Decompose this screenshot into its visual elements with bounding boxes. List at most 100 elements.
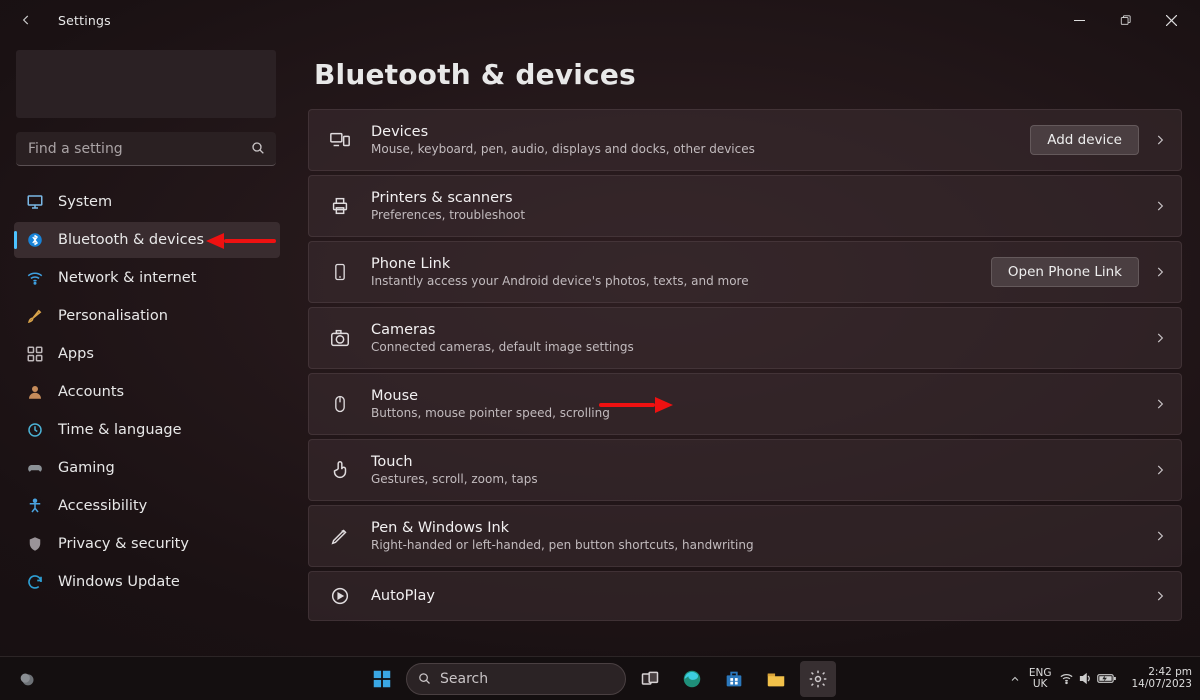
sidebar-item-time-language[interactable]: Time & language (14, 412, 280, 448)
taskbar-search-label: Search (440, 671, 488, 687)
display-icon (26, 193, 44, 211)
profile-card[interactable] (16, 50, 276, 118)
app-title: Settings (58, 13, 111, 28)
card-title: Phone Link (371, 256, 991, 272)
wifi-icon (26, 269, 44, 287)
autoplay-icon (327, 585, 353, 607)
page-title: Bluetooth & devices (314, 58, 1182, 91)
search-icon (250, 140, 266, 156)
card-devices[interactable]: DevicesMouse, keyboard, pen, audio, disp… (308, 109, 1182, 171)
sidebar-item-label: System (58, 194, 112, 210)
taskbar: Search ENGUK 2:42 pm14/07/2023 (0, 656, 1200, 700)
chevron-right-icon (1153, 199, 1167, 213)
settings-taskbar-icon[interactable] (800, 661, 836, 697)
sidebar-item-accounts[interactable]: Accounts (14, 374, 280, 410)
sidebar-item-label: Personalisation (58, 308, 168, 324)
card-mouse[interactable]: Mouse Buttons, mouse pointer speed, scrol… (308, 373, 1182, 435)
sidebar-item-system[interactable]: System (14, 184, 280, 220)
chevron-up-icon[interactable] (1009, 673, 1021, 685)
content-area: Bluetooth & devices DevicesMouse, keyboa… (290, 40, 1200, 656)
sidebar-item-privacy[interactable]: Privacy & security (14, 526, 280, 562)
chevron-right-icon (1153, 463, 1167, 477)
chevron-right-icon (1153, 265, 1167, 279)
titlebar: Settings (0, 0, 1200, 40)
sidebar-item-accessibility[interactable]: Accessibility (14, 488, 280, 524)
sidebar-item-personalisation[interactable]: Personalisation (14, 298, 280, 334)
open-phone-link-button[interactable]: Open Phone Link (991, 257, 1139, 287)
apps-icon (26, 345, 44, 363)
battery-icon[interactable] (1097, 672, 1117, 685)
card-subtitle: Gestures, scroll, zoom, taps (371, 472, 1153, 486)
devices-icon (327, 129, 353, 151)
maximize-button[interactable] (1102, 4, 1148, 36)
gamepad-icon (26, 459, 44, 477)
card-printers-scanners[interactable]: Printers & scanners Preferences, troubles… (308, 175, 1182, 237)
card-title: AutoPlay (371, 588, 1153, 604)
sidebar-item-label: Bluetooth & devices (58, 232, 204, 248)
card-touch[interactable]: Touch Gestures, scroll, zoom, taps (308, 439, 1182, 501)
card-cameras[interactable]: Cameras Connected cameras, default image … (308, 307, 1182, 369)
clock[interactable]: 2:42 pm14/07/2023 (1131, 667, 1192, 690)
system-tray[interactable]: ENGUK 2:42 pm14/07/2023 (1009, 667, 1192, 690)
update-icon (26, 573, 44, 591)
touch-icon (327, 459, 353, 481)
sidebar-item-windows-update[interactable]: Windows Update (14, 564, 280, 600)
sidebar-item-label: Apps (58, 346, 94, 362)
explorer-icon[interactable] (758, 661, 794, 697)
card-subtitle: Connected cameras, default image setting… (371, 340, 1153, 354)
card-subtitle: Preferences, troubleshoot (371, 208, 1153, 222)
pen-icon (327, 525, 353, 547)
card-subtitle: Mouse, keyboard, pen, audio, displays an… (371, 142, 1030, 156)
card-title: Pen & Windows Ink (371, 520, 1153, 536)
weather-widget[interactable] (10, 661, 46, 697)
card-list: DevicesMouse, keyboard, pen, audio, disp… (308, 109, 1182, 621)
language-indicator[interactable]: ENGUK (1029, 668, 1052, 689)
sidebar-item-label: Accessibility (58, 498, 147, 514)
person-icon (26, 383, 44, 401)
card-title: Printers & scanners (371, 190, 1153, 206)
accessibility-icon (26, 497, 44, 515)
sidebar-item-apps[interactable]: Apps (14, 336, 280, 372)
card-pen-ink[interactable]: Pen & Windows Ink Right-handed or left-ha… (308, 505, 1182, 567)
card-title: Touch (371, 454, 1153, 470)
card-phone-link[interactable]: Phone Link Instantly access your Android … (308, 241, 1182, 303)
nav-list: System Bluetooth & devices Network & int… (14, 184, 280, 600)
shield-icon (26, 535, 44, 553)
chevron-right-icon (1153, 397, 1167, 411)
minimize-button[interactable] (1056, 4, 1102, 36)
card-autoplay[interactable]: AutoPlay (308, 571, 1182, 621)
bluetooth-icon (26, 231, 44, 249)
sidebar-item-label: Accounts (58, 384, 124, 400)
phone-icon (327, 261, 353, 283)
back-button[interactable] (14, 8, 38, 32)
taskbar-search[interactable]: Search (406, 663, 626, 695)
sidebar-item-label: Network & internet (58, 270, 196, 286)
start-button[interactable] (364, 661, 400, 697)
sidebar-item-network[interactable]: Network & internet (14, 260, 280, 296)
search-container (16, 132, 276, 166)
add-device-button[interactable]: Add device (1030, 125, 1139, 155)
card-title: Cameras (371, 322, 1153, 338)
close-button[interactable] (1148, 4, 1194, 36)
paintbrush-icon (26, 307, 44, 325)
mouse-icon (327, 393, 353, 415)
search-icon (417, 671, 432, 686)
task-view-button[interactable] (632, 661, 668, 697)
search-input[interactable] (16, 132, 276, 166)
card-subtitle: Right-handed or left-handed, pen button … (371, 538, 1153, 552)
card-title: Mouse (371, 388, 1153, 404)
sidebar-item-gaming[interactable]: Gaming (14, 450, 280, 486)
store-icon[interactable] (716, 661, 752, 697)
volume-icon[interactable] (1078, 671, 1093, 686)
card-subtitle: Instantly access your Android device's p… (371, 274, 991, 288)
chevron-right-icon (1153, 133, 1167, 147)
sidebar-item-label: Privacy & security (58, 536, 189, 552)
edge-icon[interactable] (674, 661, 710, 697)
printer-icon (327, 195, 353, 217)
globe-clock-icon (26, 421, 44, 439)
sidebar-item-bluetooth-devices[interactable]: Bluetooth & devices (14, 222, 280, 258)
chevron-right-icon (1153, 331, 1167, 345)
wifi-icon[interactable] (1059, 671, 1074, 686)
sidebar-item-label: Gaming (58, 460, 115, 476)
card-subtitle: Buttons, mouse pointer speed, scrolling (371, 406, 1153, 420)
